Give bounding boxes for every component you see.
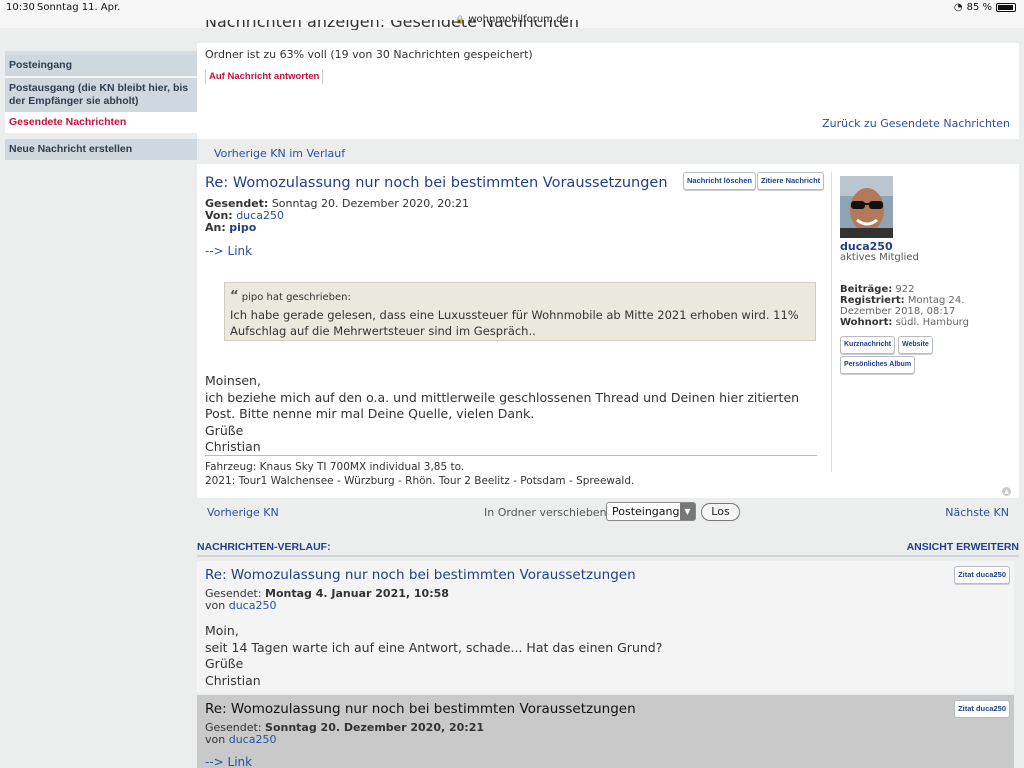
wifi-icon: ◔: [953, 2, 963, 13]
signature-line: Fahrzeug: Knaus Sky TI 700MX individual …: [205, 461, 465, 473]
from-user-link[interactable]: duca250: [229, 733, 277, 746]
body-line: Christian: [205, 672, 261, 688]
history-item-body: Moin, seit 14 Tagen warte ich auf eine A…: [205, 623, 662, 689]
body-line: Grüße: [205, 656, 244, 671]
body-line: Moinsen,: [205, 373, 261, 388]
quote-message-button[interactable]: Zitiere Nachricht: [757, 172, 825, 190]
message-body: Moinsen, ich beziehe mich auf den o.a. u…: [205, 373, 815, 456]
battery-percent: 85 %: [966, 2, 992, 13]
quote-author: pipo hat geschrieben:: [241, 292, 351, 303]
from-label: von: [205, 599, 226, 612]
history-item: Re: Womozulassung nur noch bei bestimmte…: [197, 561, 1014, 693]
to-label: An:: [205, 221, 226, 234]
avatar-image: [840, 176, 893, 238]
folder-info-panel: Ordner ist zu 63% voll (19 von 30 Nachri…: [197, 43, 1019, 139]
profile-rank: aktives Mitglied: [840, 252, 919, 263]
message-title: Re: Womozulassung nur noch bei bestimmte…: [205, 175, 668, 191]
history-item-meta: Gesendet: Sonntag 20. Dezember 2020, 20:…: [205, 722, 484, 746]
message-link[interactable]: --> Link: [205, 244, 252, 258]
delete-message-button[interactable]: Nachricht löschen: [683, 172, 757, 190]
go-button[interactable]: Los: [701, 503, 740, 521]
body-line: Grüße: [205, 422, 244, 438]
quote-user-button[interactable]: Zitat duca250: [954, 566, 1010, 584]
scroll-to-top-icon[interactable]: ▲: [1002, 487, 1011, 496]
status-time: 10:30: [6, 2, 35, 13]
body-line: seit 14 Tagen warte ich auf eine Antwort…: [205, 639, 663, 655]
registered-label: Registriert:: [840, 295, 905, 306]
previous-message-link[interactable]: Vorherige KN: [207, 506, 279, 519]
location-value: südl. Hamburg: [895, 317, 969, 328]
sent-value: Montag 4. Januar 2021, 10:58: [265, 587, 449, 600]
from-label: von: [205, 733, 226, 746]
folder-status: Ordner ist zu 63% voll (19 von 30 Nachri…: [205, 48, 533, 61]
quote-icon: “: [230, 289, 239, 304]
body-line: ich beziehe mich auf den o.a. und mittle…: [205, 389, 800, 422]
signature-divider: [205, 455, 817, 456]
body-line: Moin,: [205, 623, 239, 638]
sidebar-item-outbox[interactable]: Postausgang (die KN bleibt hier, bis der…: [5, 78, 197, 112]
history-item-title[interactable]: Re: Womozulassung nur noch bei bestimmte…: [205, 701, 636, 717]
signature: Fahrzeug: Knaus Sky TI 700MX individual …: [205, 460, 634, 488]
next-message-link[interactable]: Nächste KN: [945, 506, 1009, 519]
avatar[interactable]: [840, 176, 893, 238]
sent-value: Sonntag 20. Dezember 2020, 20:21: [271, 197, 469, 210]
move-folder-label: In Ordner verschieben:: [484, 506, 611, 519]
sidebar: Posteingang Postausgang (die KN bleibt h…: [5, 51, 197, 160]
message-meta: Gesendet: Sonntag 20. Dezember 2020, 20:…: [205, 198, 469, 234]
location-label: Wohnort:: [840, 317, 893, 328]
sidebar-item-sent[interactable]: Gesendete Nachrichten: [5, 112, 197, 133]
reply-button[interactable]: Auf Nachricht antworten: [205, 70, 324, 84]
profile-stats: Beiträge: 922 Registriert: Montag 24. De…: [840, 284, 1010, 328]
body-line: Christian: [205, 439, 261, 454]
sidebar-item-new-message[interactable]: Neue Nachricht erstellen: [5, 139, 197, 160]
history-item: Re: Womozulassung nur noch bei bestimmte…: [197, 695, 1014, 768]
posts-label: Beiträge:: [840, 284, 893, 295]
chevron-down-icon: ▼: [680, 503, 695, 520]
from-user-link[interactable]: duca250: [229, 599, 277, 612]
sidebar-item-inbox[interactable]: Posteingang: [5, 55, 197, 76]
posts-value: 922: [895, 284, 915, 295]
history-item-meta: Gesendet: Montag 4. Januar 2021, 10:58 v…: [205, 588, 449, 612]
previous-in-history-link[interactable]: Vorherige KN im Verlauf: [214, 147, 345, 160]
status-date: Sonntag 11. Apr.: [37, 2, 121, 13]
message-panel: Re: Womozulassung nur noch bei bestimmte…: [197, 164, 1019, 498]
page-title: Nachrichten anzeigen: Gesendete Nachrich…: [205, 20, 579, 30]
signature-line: 2021: Tour1 Walchensee - Würzburg - Rhön…: [205, 475, 635, 487]
quote-user-button[interactable]: Zitat duca250: [954, 700, 1010, 718]
history-item-title[interactable]: Re: Womozulassung nur noch bei bestimmte…: [205, 567, 636, 583]
send-pm-button[interactable]: Kurznachricht: [840, 336, 896, 354]
personal-album-button[interactable]: Persönliches Album: [840, 356, 916, 374]
expand-view-link[interactable]: ANSICHT ERWEITERN: [907, 541, 1019, 553]
status-right: ◔ 85 %: [954, 2, 1016, 13]
website-button[interactable]: Website: [898, 336, 933, 354]
folder-select[interactable]: Posteingang ▼: [606, 502, 696, 521]
quote-text: Ich habe gerade gelesen, dass eine Luxus…: [230, 308, 799, 338]
history-header: NACHRICHTEN-VERLAUF: ANSICHT ERWEITERN: [197, 541, 1019, 557]
back-to-sent-link[interactable]: Zurück zu Gesendete Nachrichten: [822, 117, 1010, 130]
folder-select-value: Posteingang: [612, 505, 680, 518]
to-user-link[interactable]: pipo: [229, 221, 256, 234]
battery-icon: [996, 3, 1016, 12]
profile-divider: [831, 172, 832, 472]
history-item-link[interactable]: --> Link: [205, 755, 252, 768]
history-heading: NACHRICHTEN-VERLAUF:: [197, 541, 331, 553]
quote-block: “ pipo hat geschrieben: Ich habe gerade …: [224, 282, 816, 341]
sent-value: Sonntag 20. Dezember 2020, 20:21: [265, 721, 485, 734]
